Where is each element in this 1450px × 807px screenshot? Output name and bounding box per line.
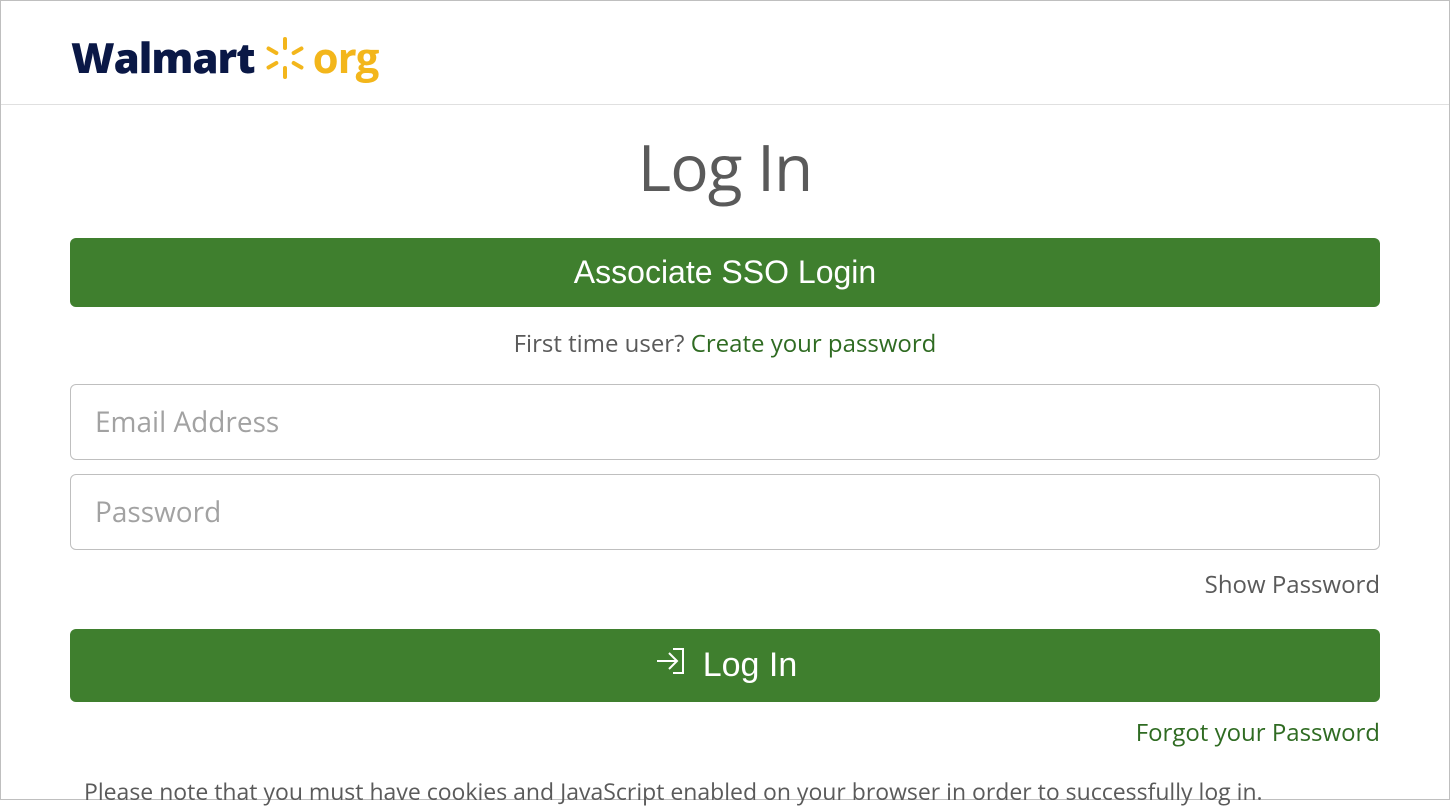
- cookies-note: Please note that you must have cookies a…: [70, 775, 1380, 807]
- show-password-toggle[interactable]: Show Password: [70, 568, 1380, 601]
- forgot-password-link[interactable]: Forgot your Password: [1136, 716, 1380, 749]
- logo-org-text: org: [313, 29, 379, 86]
- first-time-prompt: First time user? Create your password: [70, 327, 1380, 360]
- logo: Walmart org: [71, 29, 1449, 86]
- login-arrow-icon: [653, 643, 689, 688]
- login-button[interactable]: Log In: [70, 629, 1380, 702]
- header: Walmart org: [1, 1, 1449, 105]
- walmart-spark-icon: [261, 34, 309, 82]
- page-title: Log In: [70, 123, 1380, 210]
- login-button-label: Log In: [703, 646, 798, 685]
- create-password-link[interactable]: Create your password: [691, 327, 937, 360]
- forgot-password-row: Forgot your Password: [70, 716, 1380, 749]
- first-time-text: First time user?: [514, 327, 691, 360]
- sso-login-button[interactable]: Associate SSO Login: [70, 238, 1380, 307]
- login-form: Log In Associate SSO Login First time us…: [70, 105, 1380, 807]
- logo-walmart-text: Walmart: [71, 29, 255, 86]
- password-field[interactable]: [70, 474, 1380, 550]
- email-field[interactable]: [70, 384, 1380, 460]
